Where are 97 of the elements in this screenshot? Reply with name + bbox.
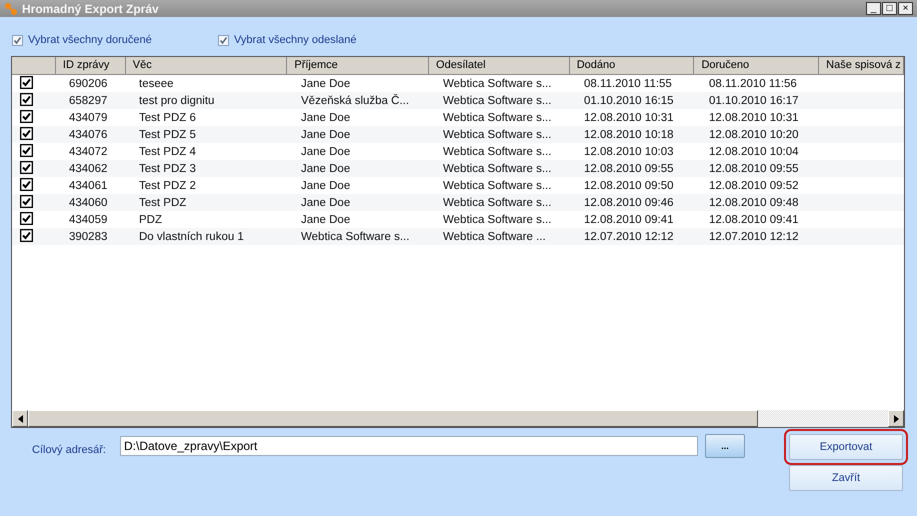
row-checkbox[interactable]: [20, 212, 33, 224]
table-cell-text: Webtica Software s...: [300, 230, 410, 242]
table-cell-text: 12.08.2010 09:52: [708, 180, 800, 192]
table-cell-text: Vězeňská služba Č...: [300, 94, 410, 106]
table-cell-text: Jane Doe: [300, 78, 352, 90]
table-cell-text: 434061: [68, 180, 108, 192]
table-cell-text: Test PDZ: [138, 196, 188, 208]
table-cell-text: 08.11.2010 11:55: [583, 78, 673, 90]
table-cell-text: Test PDZ 4: [138, 146, 197, 158]
left-arrow-icon: [18, 414, 22, 422]
window-title: Hromadný Export Zpráv: [22, 2, 160, 16]
table-cell-text: 12.08.2010 09:48: [708, 196, 800, 208]
table-cell-text: Jane Doe: [300, 196, 352, 208]
row-checkbox[interactable]: [20, 194, 33, 208]
table-cell-text: 12.07.2010 12:12: [708, 230, 800, 242]
row-checkbox[interactable]: [20, 126, 33, 140]
table-cell-text: 434059: [68, 214, 108, 226]
table-cell-text: Jane Doe: [300, 214, 352, 226]
right-arrow-icon: [894, 414, 898, 422]
table-cell-text: 12.08.2010 10:20: [708, 128, 800, 140]
table-cell-text: 12.08.2010 10:18: [583, 128, 675, 140]
app-icon: [4, 2, 18, 16]
table-cell-text: 12.08.2010 10:03: [583, 146, 675, 158]
table-cell-text: Jane Doe: [300, 180, 352, 192]
table-cell-text: 01.10.2010 16:17: [708, 94, 800, 106]
column-header[interactable]: Dodáno: [570, 57, 694, 75]
table-cell-text: 12.08.2010 10:31: [708, 112, 800, 124]
checkbox-label[interactable]: Vybrat všechny odeslané: [234, 34, 356, 46]
column-header: [12, 57, 56, 75]
table-cell-text: 434062: [68, 162, 108, 174]
table-cell-text: Webtica Software s...: [442, 94, 552, 106]
table-cell-text: Do vlastních rukou 1: [138, 230, 245, 242]
table-cell-text: 434076: [68, 128, 108, 140]
table-cell-text: Webtica Software s...: [442, 78, 552, 90]
table-cell-text: 12.08.2010 09:46: [583, 196, 675, 208]
table-cell-text: 434072: [68, 146, 108, 158]
row-checkbox[interactable]: [20, 160, 33, 174]
row-checkbox[interactable]: [20, 228, 33, 242]
close-dialog-button[interactable]: Zavřít: [789, 465, 903, 491]
table-cell-text: 12.07.2010 12:12: [583, 230, 675, 242]
table-cell-text: 434079: [68, 112, 108, 124]
column-header[interactable]: Doručeno: [694, 57, 820, 75]
column-header[interactable]: ID zprávy: [56, 57, 126, 75]
table-cell-text: Test PDZ 3: [138, 162, 197, 174]
table-cell-text: Webtica Software ...: [442, 230, 547, 242]
table-cell-text: 12.08.2010 09:55: [583, 162, 675, 174]
horizontal-scrollbar[interactable]: [12, 410, 904, 427]
table-cell-text: Jane Doe: [300, 146, 352, 158]
table-cell-text: Webtica Software s...: [442, 196, 552, 208]
table-cell-text: 08.11.2010 11:56: [708, 78, 798, 90]
table-cell-text: Jane Doe: [300, 112, 352, 124]
checkbox[interactable]: [12, 34, 23, 46]
table-cell-text: 12.08.2010 10:31: [583, 112, 675, 124]
table-cell-text: 12.08.2010 09:50: [583, 180, 675, 192]
table-cell-text: Webtica Software s...: [442, 112, 552, 124]
table-cell-text: Webtica Software s...: [442, 162, 552, 174]
table-cell-text: 690206: [68, 78, 108, 90]
column-header[interactable]: Příjemce: [287, 57, 430, 75]
row-checkbox[interactable]: [20, 76, 33, 88]
scrollbar-thumb[interactable]: [28, 410, 758, 427]
table-cell-text: 01.10.2010 16:15: [583, 94, 675, 106]
scroll-left-button[interactable]: [12, 410, 28, 427]
table-cell-text: Webtica Software s...: [442, 128, 552, 140]
column-header[interactable]: Věc: [126, 57, 288, 75]
maximize-button[interactable]: □: [882, 2, 897, 15]
table-cell-text: test pro dignitu: [138, 94, 216, 106]
minimize-button[interactable]: _: [866, 2, 881, 15]
checkbox-label[interactable]: Vybrat všechny doručené: [28, 34, 152, 46]
table-cell-text: Webtica Software s...: [442, 180, 552, 192]
table-cell-text: PDZ: [138, 214, 163, 226]
browse-button[interactable]: ...: [705, 434, 745, 458]
close-button[interactable]: ×: [898, 2, 913, 15]
table-cell-text: 12.08.2010 09:55: [708, 162, 800, 174]
table-cell-text: 658297: [68, 94, 108, 106]
table-cell-text: 12.08.2010 10:04: [708, 146, 800, 158]
row-checkbox[interactable]: [20, 144, 33, 156]
table-cell-text: 390283: [68, 230, 108, 242]
table-cell-text: Webtica Software s...: [442, 146, 552, 158]
table-cell-text: Test PDZ 2: [138, 180, 197, 192]
row-checkbox[interactable]: [20, 110, 33, 122]
table-cell-text: Test PDZ 6: [138, 112, 197, 124]
row-checkbox[interactable]: [20, 178, 33, 190]
table-cell-text: 12.08.2010 09:41: [708, 214, 800, 226]
table-cell-text: Test PDZ 5: [138, 128, 197, 140]
column-header[interactable]: Odesílatel: [429, 57, 570, 75]
column-header[interactable]: Naše spisová z: [819, 57, 904, 75]
row-checkbox[interactable]: [20, 92, 33, 106]
table-cell-text: Jane Doe: [300, 128, 352, 140]
table-cell-text: 434060: [68, 196, 108, 208]
target-folder-field[interactable]: D:\Datove_zpravy\Export: [120, 436, 698, 456]
scroll-right-button[interactable]: [888, 410, 904, 427]
table-cell-text: teseee: [138, 78, 175, 90]
table-cell-text: Webtica Software s...: [442, 214, 552, 226]
checkbox[interactable]: [218, 34, 229, 46]
table-cell-text: 12.08.2010 09:41: [583, 214, 675, 226]
table-cell-text: Jane Doe: [300, 162, 352, 174]
target-folder-label: Cílový adresář:: [32, 443, 107, 458]
